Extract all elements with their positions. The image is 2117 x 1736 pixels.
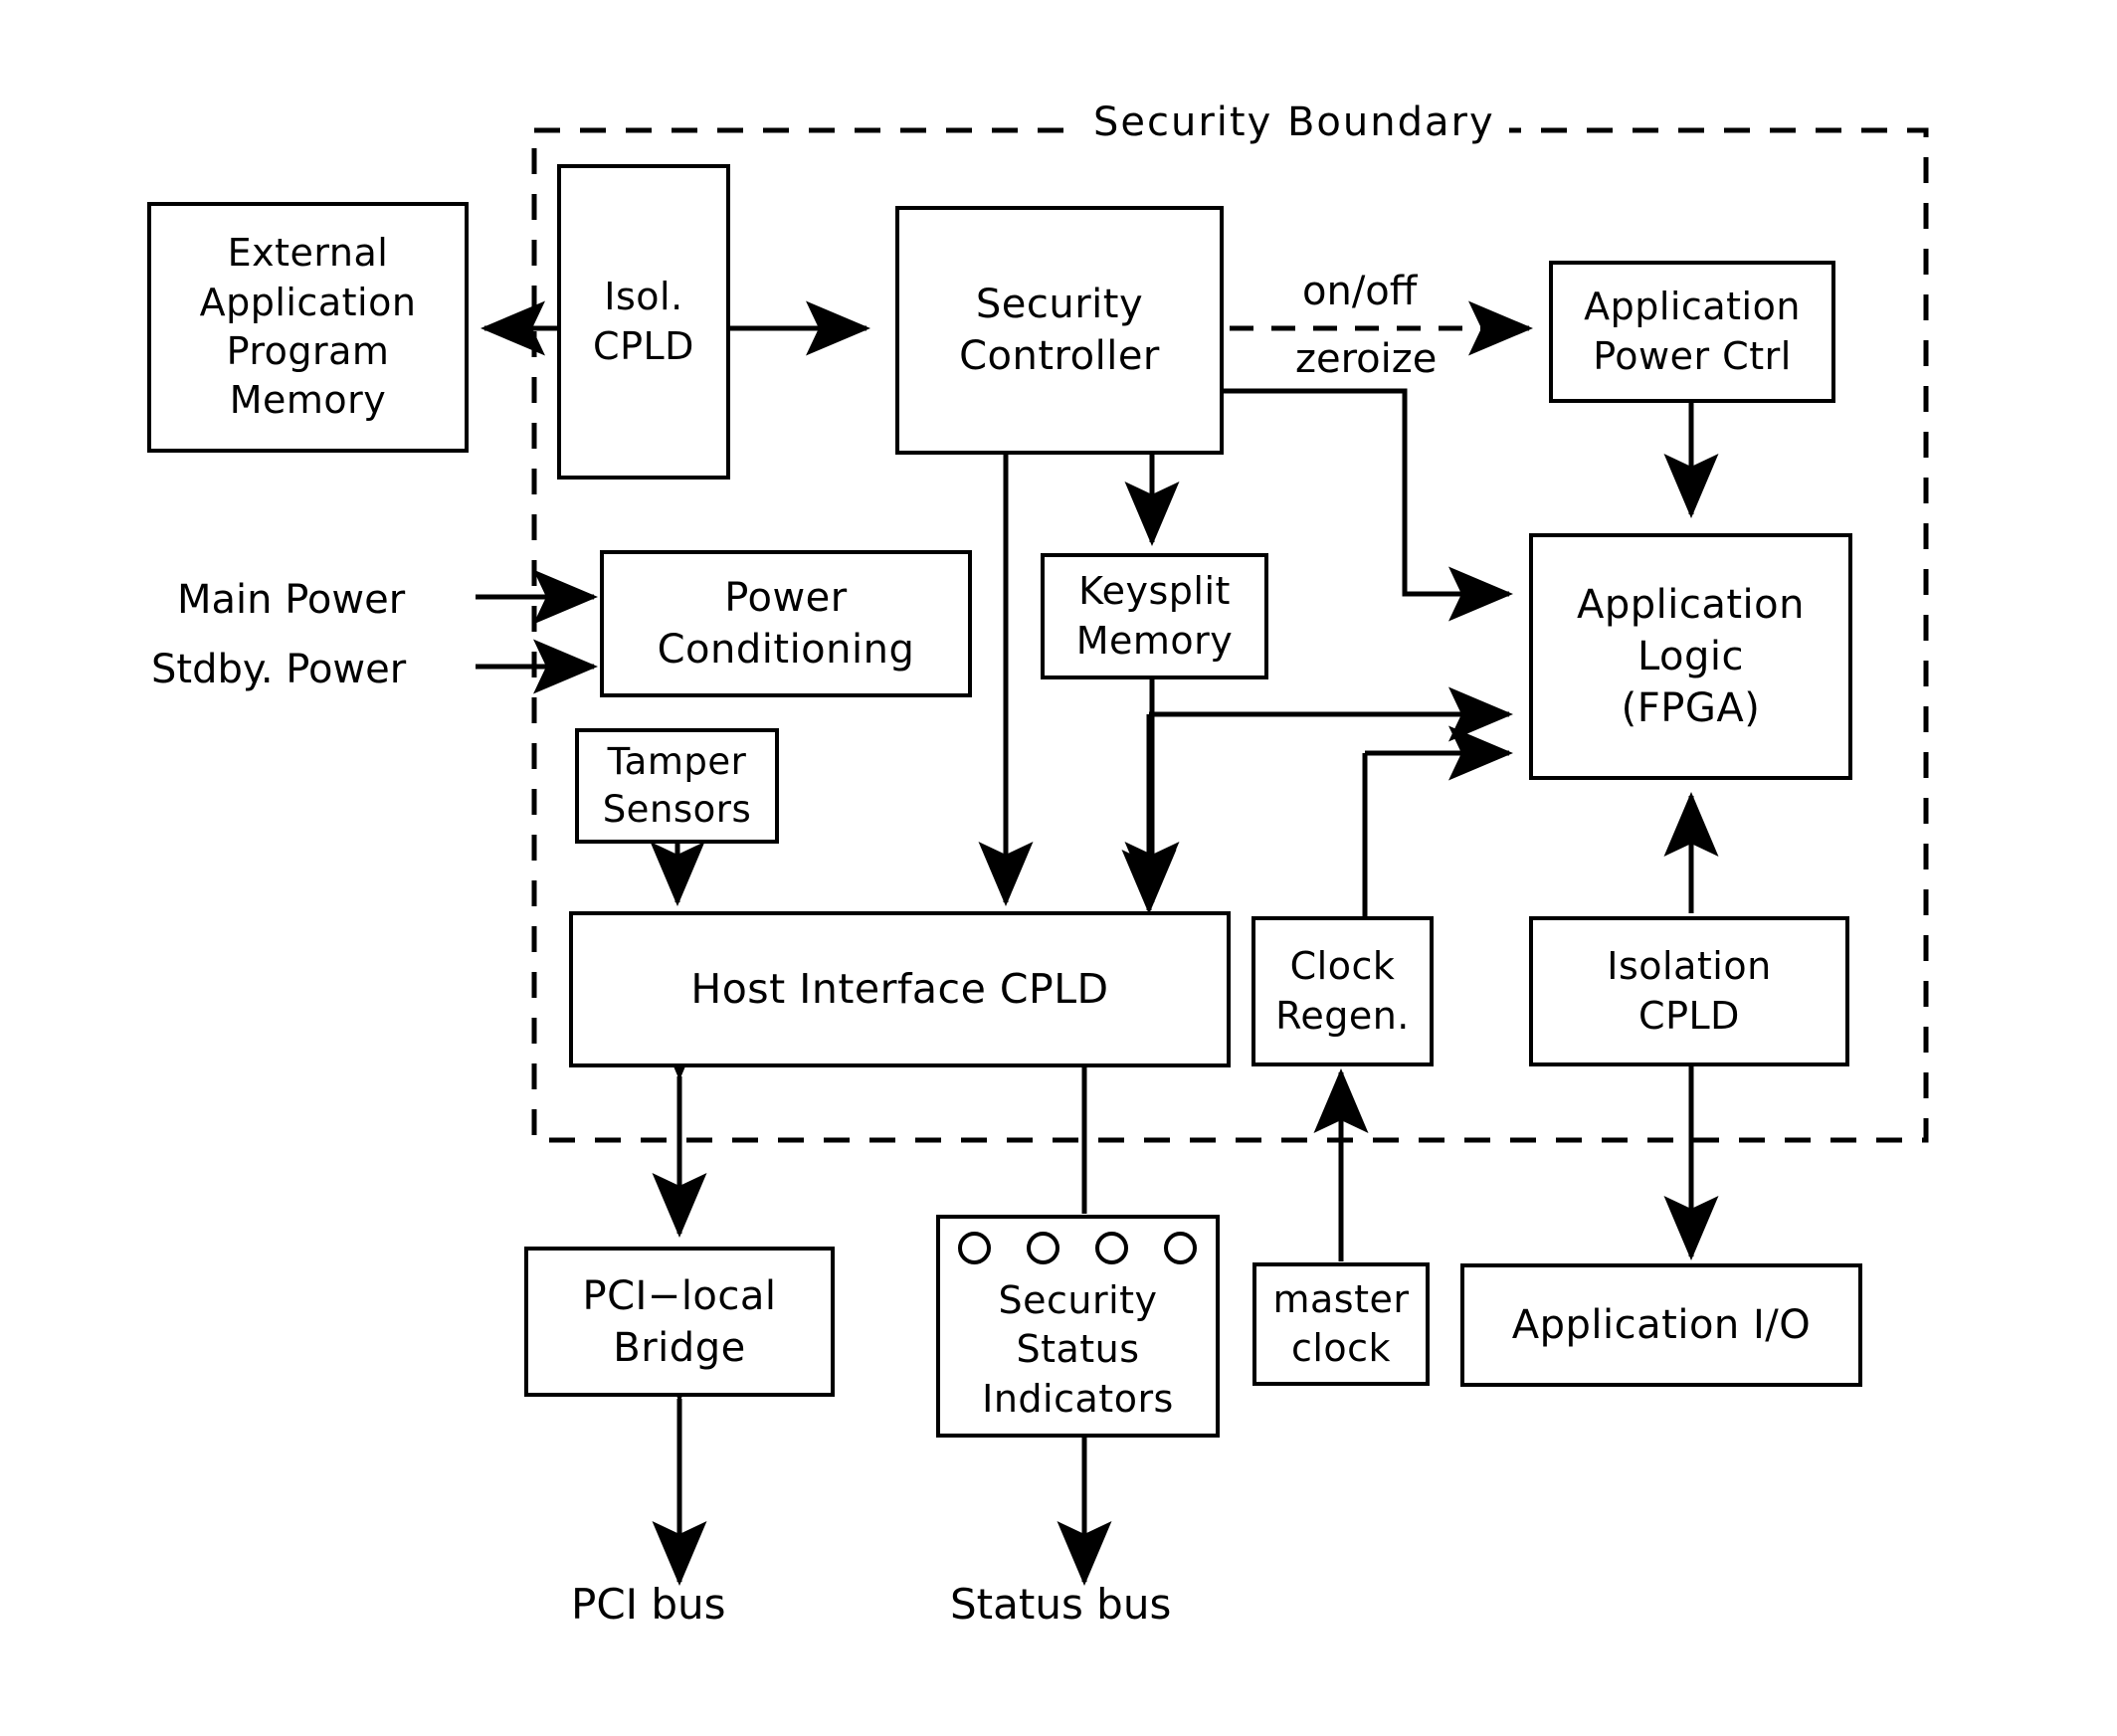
block-external-application-program-memory[interactable]: External Application Program Memory [147, 202, 469, 453]
block-label-line: Application I/O [1511, 1302, 1812, 1348]
status-led-icon[interactable] [1164, 1232, 1197, 1264]
block-label-line: CPLD [593, 323, 694, 368]
label-stdby-power: Stdby. Power [151, 647, 407, 692]
block-label-line: Program [226, 329, 390, 373]
block-label-line: Conditioning [657, 627, 915, 673]
block-label-line: clock [1290, 1326, 1392, 1370]
block-label-line: Tamper [607, 739, 747, 783]
status-led-icon[interactable] [1095, 1232, 1128, 1264]
label-status-bus: Status bus [950, 1580, 1172, 1629]
label-main-power: Main Power [177, 577, 406, 623]
status-led-icon[interactable] [958, 1232, 991, 1264]
block-label-line: Logic [1636, 634, 1745, 679]
block-label-line: Indicators [982, 1376, 1174, 1421]
block-label-line: Isol. [604, 275, 683, 319]
label-zeroize: zeroize [1295, 336, 1438, 382]
block-label-line: CPLD [1638, 993, 1740, 1038]
block-label-line: Sensors [602, 788, 752, 831]
block-label-line: Application [1584, 285, 1801, 329]
block-diagram-canvas: Application Power Ctrl ---------- --> [0, 0, 2117, 1736]
status-led-icon[interactable] [1027, 1232, 1059, 1264]
block-keysplit-memory[interactable]: Keysplit Memory [1041, 553, 1268, 679]
block-label-line: Regen. [1275, 993, 1410, 1038]
block-label-line: Power Ctrl [1593, 333, 1792, 378]
block-label-line: Application [1577, 582, 1805, 628]
block-label-line: Memory [229, 378, 387, 423]
block-label-line: Application [199, 280, 417, 324]
block-pci-local-bridge[interactable]: PCI−local Bridge [524, 1247, 835, 1397]
block-label-line: Isolation [1607, 944, 1772, 989]
block-label-line: Host Interface CPLD [690, 964, 1109, 1013]
block-label-line: (FPGA) [1621, 685, 1761, 731]
block-label-line: Bridge [613, 1324, 746, 1371]
block-host-interface-cpld[interactable]: Host Interface CPLD [569, 911, 1231, 1067]
block-master-clock[interactable]: master clock [1252, 1262, 1430, 1386]
block-label-line: Memory [1075, 618, 1234, 663]
block-label-line: master [1272, 1276, 1410, 1321]
block-power-conditioning[interactable]: Power Conditioning [600, 550, 972, 697]
block-security-controller[interactable]: Security Controller [895, 206, 1224, 455]
block-application-io[interactable]: Application I/O [1460, 1263, 1862, 1387]
block-application-power-ctrl[interactable]: Application Power Ctrl [1549, 261, 1835, 403]
block-label-line: Security [998, 1277, 1158, 1322]
block-application-logic-fpga[interactable]: Application Logic (FPGA) [1529, 533, 1852, 780]
block-label-line: Keysplit [1078, 569, 1231, 614]
status-indicator-led-row [958, 1232, 1197, 1264]
block-label-line: Security [975, 282, 1144, 327]
block-label-line: External [227, 231, 389, 276]
label-on-off: on/off [1302, 269, 1418, 314]
label-pci-bus: PCI bus [571, 1580, 726, 1629]
block-label-line: PCI−local [582, 1272, 777, 1319]
block-label-line: Controller [959, 333, 1160, 379]
block-clock-regen[interactable]: Clock Regen. [1251, 916, 1434, 1066]
block-label-line: Power [724, 575, 848, 621]
block-label-line: Clock [1289, 944, 1396, 989]
block-tamper-sensors[interactable]: Tamper Sensors [575, 728, 779, 844]
security-boundary-label: Security Boundary [1079, 99, 1509, 145]
block-isol-cpld[interactable]: Isol. CPLD [557, 164, 730, 480]
block-label-line: Status [1016, 1327, 1140, 1372]
block-isolation-cpld[interactable]: Isolation CPLD [1529, 916, 1849, 1066]
